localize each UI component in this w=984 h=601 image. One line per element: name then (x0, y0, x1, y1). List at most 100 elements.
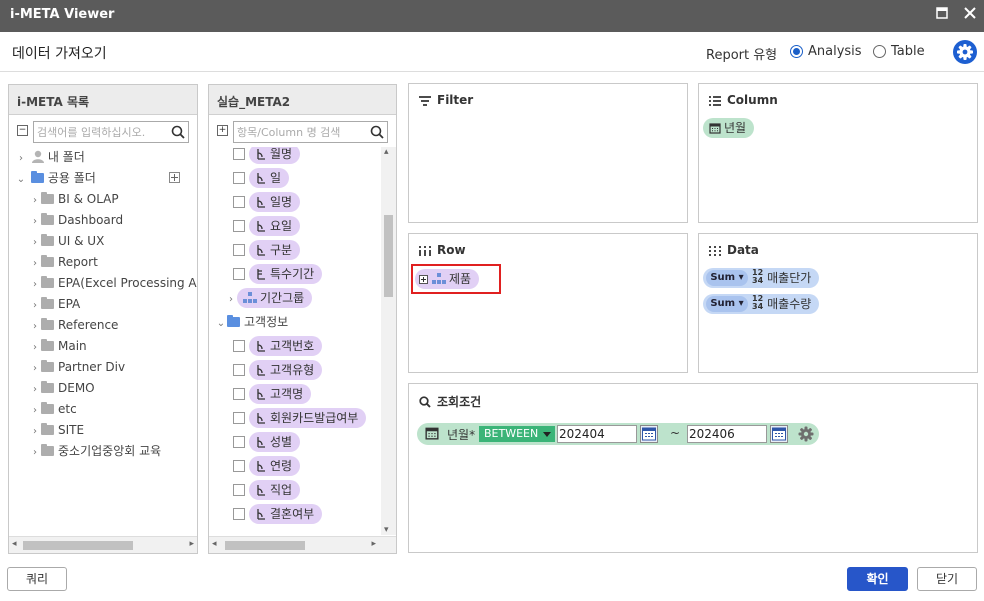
column-item[interactable]: 성별 (233, 432, 301, 452)
column-tree: 월명 일 일명 요일 구분 특수기간 › 기간그룹 ⌄ 고객정보 고객번호 고객유형… (209, 147, 380, 535)
data-zone[interactable]: Data Sum ▾ 12 34 매출단가 Sum ▾ 12 34 매출수량 (698, 233, 978, 373)
meta-search-input[interactable] (37, 124, 167, 140)
tree-folder[interactable]: › Reference (29, 315, 118, 335)
data-chip[interactable]: Sum ▾ 12 34 매출단가 (703, 268, 820, 288)
item-checkbox[interactable] (233, 244, 245, 256)
dimension-icon (257, 365, 265, 376)
item-checkbox[interactable] (233, 172, 245, 184)
item-checkbox[interactable] (233, 148, 245, 160)
column-item[interactable]: 직업 (233, 480, 301, 500)
columns-icon (419, 246, 431, 256)
aggregate-dropdown[interactable]: Sum ▾ (706, 270, 748, 286)
data-chip[interactable]: Sum ▾ 12 34 매출수량 (703, 294, 820, 314)
column-item[interactable]: 회원카드발급여부 (233, 408, 367, 428)
item-checkbox[interactable] (233, 340, 245, 352)
operator-dropdown[interactable]: BETWEEN (479, 426, 555, 442)
tree-folder[interactable]: › Report (29, 252, 98, 272)
item-checkbox[interactable] (233, 388, 245, 400)
column-tree-hscrollbar[interactable]: ◂ ▸ (209, 536, 396, 553)
item-checkbox[interactable] (233, 196, 245, 208)
tree-folder[interactable]: › SITE (29, 420, 84, 440)
tree-folder[interactable]: › etc (29, 399, 77, 419)
confirm-button[interactable]: 확인 (847, 567, 908, 591)
dialog-header: 데이터 가져오기 Report 유형 Analysis Table (0, 32, 984, 72)
column-zone[interactable]: Column 년월 (698, 83, 978, 223)
column-item[interactable]: 월명 (233, 147, 301, 164)
gear-icon[interactable] (797, 425, 815, 443)
column-item[interactable]: 결혼여부 (233, 504, 323, 524)
column-item[interactable]: 특수기간 (233, 264, 323, 284)
column-item[interactable]: 일명 (233, 192, 301, 212)
radio-table-label[interactable]: Table (891, 44, 925, 59)
expand-icon[interactable] (419, 275, 428, 284)
item-checkbox[interactable] (233, 508, 245, 520)
date-from-input[interactable]: 202404 (557, 425, 637, 443)
query-button[interactable]: 쿼리 (7, 567, 67, 591)
radio-table[interactable] (873, 45, 886, 58)
item-checkbox[interactable] (233, 484, 245, 496)
radio-analysis[interactable] (790, 45, 803, 58)
group-item[interactable]: › 기간그룹 (225, 288, 313, 310)
hierarchy-icon (243, 292, 257, 303)
tree-folder[interactable]: › Dashboard (29, 210, 123, 230)
filter-zone[interactable]: Filter (408, 83, 688, 223)
folder-icon (41, 192, 54, 204)
column-item[interactable]: 고객명 (233, 384, 312, 404)
filter-zone-title: Filter (437, 93, 474, 107)
tree-item-shared-folder[interactable]: ⌄ 공용 폴더 (15, 168, 96, 188)
column-item[interactable]: 고객유형 (233, 360, 323, 380)
column-item[interactable]: 연령 (233, 456, 301, 476)
tree-folder[interactable]: › BI & OLAP (29, 189, 119, 209)
radio-analysis-label[interactable]: Analysis (808, 44, 862, 59)
item-checkbox[interactable] (233, 412, 245, 424)
meta-list-hscrollbar[interactable]: ◂ ▸ (9, 536, 197, 553)
date-to-input[interactable]: 202406 (687, 425, 767, 443)
chevron-right-icon[interactable]: › (15, 149, 27, 169)
item-checkbox[interactable] (233, 268, 245, 280)
expand-all-icon[interactable] (169, 172, 180, 183)
tree-folder[interactable]: › DEMO (29, 378, 95, 398)
item-checkbox[interactable] (233, 220, 245, 232)
search-icon[interactable] (171, 125, 185, 139)
item-checkbox[interactable] (233, 436, 245, 448)
calendar-picker-icon[interactable] (640, 425, 658, 443)
item-checkbox[interactable] (233, 364, 245, 376)
column-item[interactable]: 요일 (233, 216, 301, 236)
collapse-all-icon[interactable]: − (17, 125, 28, 136)
folder-icon (41, 402, 54, 414)
list-icon (709, 96, 721, 106)
column-item[interactable]: 고객번호 (233, 336, 323, 356)
column-chip[interactable]: 년월 (703, 118, 755, 138)
item-checkbox[interactable] (233, 460, 245, 472)
meta-list-panel: i-META 목록 − › 내 폴더 ⌄ 공용 폴더 ›BI & OLAP ›D… (8, 84, 198, 554)
tree-folder[interactable]: › EPA (29, 294, 80, 314)
column-search-input[interactable] (237, 124, 367, 140)
chevron-down-icon[interactable]: ⌄ (15, 170, 27, 190)
close-icon[interactable] (960, 5, 980, 25)
condition-zone-title: 조회조건 (437, 395, 482, 409)
tree-folder[interactable]: › 중소기업중앙회 교육 (29, 441, 161, 461)
settings-button[interactable] (953, 40, 977, 64)
user-icon (31, 150, 44, 163)
column-tree-vscrollbar[interactable]: ▴ ▾ (381, 147, 396, 535)
dimension-icon (257, 197, 265, 208)
column-item[interactable]: 일 (233, 168, 290, 188)
tree-folder[interactable]: › Partner Div (29, 357, 125, 377)
column-item[interactable]: 구분 (233, 240, 301, 260)
chevron-down-icon[interactable]: ⌄ (215, 314, 227, 334)
maximize-icon[interactable] (932, 5, 952, 25)
tree-folder-customer[interactable]: ⌄ 고객정보 (215, 312, 288, 332)
window-title: i-META Viewer (10, 7, 115, 22)
search-icon[interactable] (370, 125, 384, 139)
calendar-picker-icon[interactable] (770, 425, 788, 443)
chevron-right-icon[interactable]: › (225, 290, 237, 310)
tree-item-my-folder[interactable]: › 내 폴더 (15, 147, 85, 167)
close-button[interactable]: 닫기 (917, 567, 977, 591)
aggregate-dropdown[interactable]: Sum ▾ (706, 296, 748, 312)
tree-folder[interactable]: › UI & UX (29, 231, 104, 251)
tree-folder[interactable]: › EPA(Excel Processing Aut (29, 273, 197, 293)
tree-folder[interactable]: › Main (29, 336, 87, 356)
row-chip[interactable]: 제품 (415, 269, 480, 289)
expand-all-icon[interactable]: + (217, 125, 228, 136)
row-zone[interactable]: Row 제품 (408, 233, 688, 373)
